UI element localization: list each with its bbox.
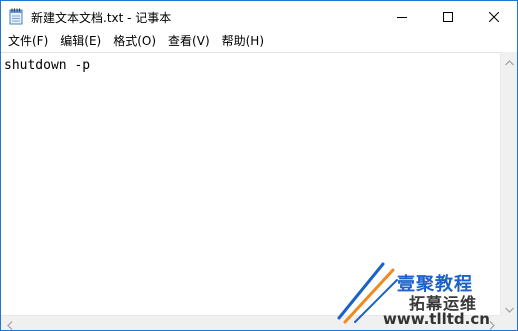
scroll-up-button[interactable] — [501, 51, 517, 70]
menu-edit[interactable]: 编辑(E) — [54, 31, 107, 51]
close-button[interactable] — [471, 1, 517, 31]
window-title: 新建文本文档.txt - 记事本 — [31, 11, 172, 25]
close-icon — [488, 7, 500, 26]
editor-content: shutdown -p — [4, 58, 91, 73]
watermark-url: www.tlltd.cn — [383, 310, 490, 328]
minimize-button[interactable] — [379, 1, 425, 31]
maximize-button[interactable] — [425, 1, 471, 31]
notepad-window: 新建文本文档.txt - 记事本 文件(F) 编辑(E) 格式(O) 查看(V)… — [0, 0, 518, 331]
scroll-left-button[interactable] — [1, 315, 18, 331]
chevron-up-icon — [505, 51, 514, 70]
menu-view[interactable]: 查看(V) — [162, 31, 216, 51]
maximize-icon — [443, 7, 453, 26]
notepad-app-icon — [9, 8, 23, 25]
chevron-left-icon — [6, 315, 13, 331]
site-watermark: 壹聚教程 拓幕运维 www.tlltd.cn — [331, 256, 517, 330]
menu-file[interactable]: 文件(F) — [1, 31, 54, 51]
minimize-icon — [397, 7, 407, 26]
title-bar[interactable]: 新建文本文档.txt - 记事本 — [1, 1, 517, 31]
menu-bar: 文件(F) 编辑(E) 格式(O) 查看(V) 帮助(H) — [1, 31, 517, 51]
menu-format[interactable]: 格式(O) — [107, 31, 162, 51]
menu-help[interactable]: 帮助(H) — [216, 31, 270, 51]
